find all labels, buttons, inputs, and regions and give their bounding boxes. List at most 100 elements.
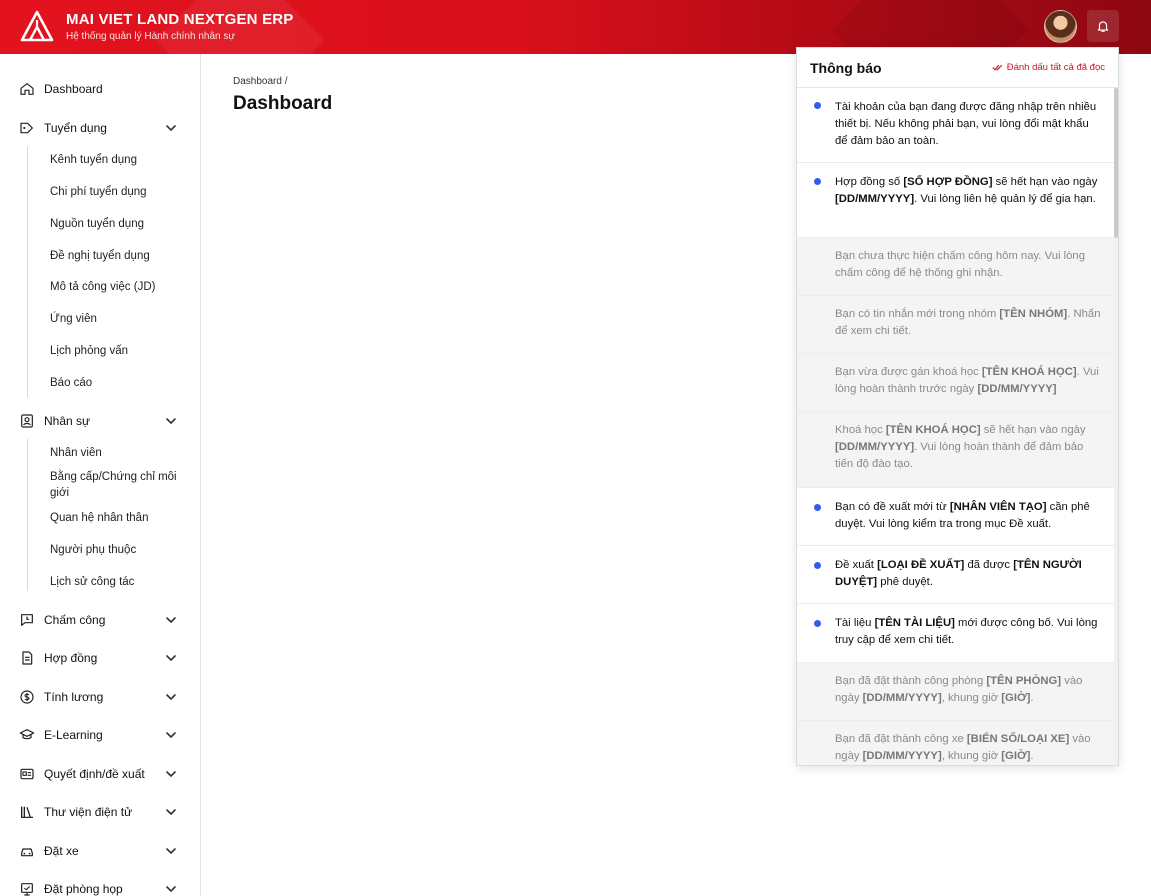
submenu-item-lich-phong-van[interactable]: Lịch phỏng vấn [50, 343, 180, 359]
breadcrumb[interactable]: Dashboard / [233, 76, 287, 87]
submenu-item-kenh-tuyen-dung[interactable]: Kênh tuyển dụng [50, 152, 180, 168]
sidebar-item-cham-cong[interactable]: Chấm công [0, 605, 200, 635]
notification-button[interactable] [1087, 10, 1119, 42]
graduation-cap-icon [19, 729, 35, 740]
submenu-item-chi-phi-tuyen-dung[interactable]: Chi phí tuyển dụng [50, 184, 180, 200]
tag-icon [20, 122, 33, 134]
notification-panel: Thông báo Đánh dấu tất cả đã đọc Tài kho… [796, 47, 1119, 766]
submenu-item-bao-cao[interactable]: Báo cáo [50, 375, 180, 391]
top-header: MAI VIET LAND NEXTGEN ERP Hệ thống quản … [0, 0, 1151, 54]
sidebar-item-thu-vien-dien-tu[interactable]: Thư viện điện tử [0, 797, 200, 827]
notification-scrollbar[interactable] [1114, 88, 1118, 765]
notification-text: Bạn có đề xuất mới từ [NHÂN VIÊN TẠO] cầ… [835, 499, 1103, 533]
double-check-icon [992, 64, 1002, 71]
sidebar-item-label: E-Learning [44, 728, 103, 742]
brand-title: MAI VIET LAND NEXTGEN ERP [66, 11, 294, 28]
notification-text-segment: phê duyệt. [877, 576, 933, 588]
chevron-down-icon[interactable] [164, 690, 178, 704]
submenu-item-de-nghi-tuyen-dung[interactable]: Đề nghị tuyển dụng [50, 248, 180, 264]
notification-text-segment: đã được [964, 559, 1014, 571]
notification-placeholder: [DD/MM/YYYY] [835, 193, 915, 205]
notification-panel-title: Thông báo [810, 60, 882, 76]
sidebar-item-nhan-su[interactable]: Nhân sự [0, 406, 200, 436]
timesheet-icon [21, 614, 33, 626]
chevron-down-icon[interactable] [164, 613, 178, 627]
brand-subtitle: Hệ thống quản lý Hành chính nhân sự [66, 31, 236, 42]
chevron-down-icon[interactable] [164, 882, 178, 896]
submenu-item-quan-he-nhan-than[interactable]: Quan hệ nhân thân [50, 510, 180, 526]
notification-text: Bạn có tin nhắn mới trong nhóm [TÊN NHÓM… [835, 306, 1103, 340]
mark-all-read-button[interactable]: Đánh dấu tất cả đã đọc [992, 62, 1105, 73]
submenu-item-nguoi-phu-thuoc[interactable]: Người phụ thuộc [50, 542, 180, 558]
chevron-down-icon[interactable] [164, 767, 178, 781]
notification-text: Bạn chưa thực hiện chấm công hôm nay. Vu… [835, 248, 1103, 282]
notification-placeholder: [GIỜ] [1001, 692, 1031, 704]
notification-text-segment: , khung giờ [941, 750, 1002, 762]
notification-item[interactable]: Tài khoản của bạn đang được đăng nhập tr… [797, 88, 1114, 163]
notification-item[interactable]: Hợp đồng số [SỐ HỢP ĐỒNG] sẽ hết hạn vào… [797, 163, 1114, 238]
chevron-down-icon[interactable] [164, 414, 178, 428]
notification-text-segment: Tài liệu [835, 617, 875, 629]
notification-placeholder: [GIỜ] [1001, 750, 1031, 762]
submenu-item-mo-ta-cong-viec-jd[interactable]: Mô tả công việc (JD) [50, 279, 180, 295]
sidebar-item-e-learning[interactable]: E-Learning [0, 720, 200, 750]
home-icon [20, 83, 34, 95]
notification-text-segment: Khoá học [835, 424, 886, 436]
notification-item[interactable]: Tài liệu [TÊN TÀI LIỆU] mới được công bố… [797, 604, 1114, 663]
notification-placeholder: [NHÂN VIÊN TẠO] [949, 501, 1047, 513]
notification-placeholder: [DD/MM/YYYY] [835, 441, 915, 453]
notification-item[interactable]: Bạn đã đặt thành công xe [BIỂN SỐ/LOẠI X… [797, 721, 1114, 765]
notification-text-segment: Bạn đã đặt thành công xe [835, 733, 967, 745]
notification-item[interactable]: Đề xuất [LOẠI ĐỀ XUẤT] đã được [TÊN NGƯỜ… [797, 546, 1114, 604]
notification-placeholder: [TÊN KHOÁ HỌC] [981, 366, 1077, 378]
notification-placeholder: [TÊN TÀI LIỆU] [874, 617, 955, 629]
notification-text: Bạn vừa được gán khoá học [TÊN KHOÁ HỌC]… [835, 364, 1103, 398]
mark-all-read-label: Đánh dấu tất cả đã đọc [1006, 62, 1105, 73]
notification-text-segment: Đề xuất [835, 559, 878, 571]
notification-text: Hợp đồng số [SỐ HỢP ĐỒNG] sẽ hết hạn vào… [835, 174, 1103, 208]
dollar-icon [20, 690, 34, 704]
notification-text: Tài khoản của bạn đang được đăng nhập tr… [835, 99, 1103, 150]
sidebar-item-dashboard[interactable]: Dashboard [0, 74, 200, 104]
unread-dot [814, 102, 821, 109]
notification-placeholder: [LOẠI ĐỀ XUẤT] [877, 559, 965, 571]
scrollbar-thumb[interactable] [1114, 88, 1118, 238]
sidebar-item-dat-xe[interactable]: Đặt xe [0, 836, 200, 866]
unread-dot [814, 178, 821, 185]
sidebar-item-label: Tính lương [44, 690, 104, 704]
submenu-item-lich-su-cong-tac[interactable]: Lịch sử công tác [50, 574, 180, 590]
car-icon [21, 848, 33, 857]
submenu-item-bang-cap-chung-chi-moi-gioi[interactable]: Bằng cấp/Chứng chỉ môi giới [50, 469, 180, 501]
notification-text-segment: . [1030, 692, 1034, 704]
sidebar-item-tinh-luong[interactable]: Tính lương [0, 682, 200, 712]
chevron-down-icon[interactable] [164, 121, 178, 135]
chevron-down-icon[interactable] [164, 805, 178, 819]
notification-text-segment: Bạn đã đặt thành công phòng [835, 675, 987, 687]
notification-text-segment: Tài khoản của bạn đang được đăng nhập tr… [835, 101, 1097, 147]
submenu-item-nguon-tuyen-dung[interactable]: Nguồn tuyển dụng [50, 216, 180, 232]
notification-item[interactable]: Bạn vừa được gán khoá học [TÊN KHOÁ HỌC]… [797, 354, 1114, 412]
logo-icon[interactable] [20, 10, 54, 44]
chevron-down-icon[interactable] [164, 728, 178, 742]
submenu-item-ung-vien[interactable]: Ứng viên [50, 311, 180, 327]
contact-icon [21, 414, 33, 428]
notification-text: Bạn đã đặt thành công xe [BIỂN SỐ/LOẠI X… [835, 731, 1103, 765]
notification-item[interactable]: Bạn chưa thực hiện chấm công hôm nay. Vu… [797, 238, 1114, 296]
id-card-icon [20, 768, 34, 780]
notification-item[interactable]: Bạn có tin nhắn mới trong nhóm [TÊN NHÓM… [797, 296, 1114, 354]
chevron-down-icon[interactable] [164, 844, 178, 858]
submenu-item-nhan-vien[interactable]: Nhân viên [50, 445, 180, 461]
header-decoration [831, 0, 1029, 54]
sidebar-item-label: Nhân sự [44, 414, 91, 428]
sidebar-item-hop-dong[interactable]: Hợp đồng [0, 643, 200, 673]
notification-item[interactable]: Khoá học [TÊN KHOÁ HỌC] sẽ hết hạn vào n… [797, 412, 1114, 488]
chevron-down-icon[interactable] [164, 651, 178, 665]
sidebar-item-dat-phong-hop[interactable]: Đặt phòng họp [0, 874, 200, 896]
user-avatar[interactable] [1044, 10, 1077, 43]
notification-placeholder: [DD/MM/YYYY] [862, 692, 942, 704]
sidebar-item-quyet-dinh-de-xuat[interactable]: Quyết định/đề xuất [0, 759, 200, 789]
sidebar-item-label: Đặt xe [44, 844, 79, 858]
notification-item[interactable]: Bạn có đề xuất mới từ [NHÂN VIÊN TẠO] cầ… [797, 488, 1114, 546]
notification-item[interactable]: Bạn đã đặt thành công phòng [TÊN PHÒNG] … [797, 663, 1114, 721]
sidebar-item-tuyen-dung[interactable]: Tuyển dụng [0, 113, 200, 143]
